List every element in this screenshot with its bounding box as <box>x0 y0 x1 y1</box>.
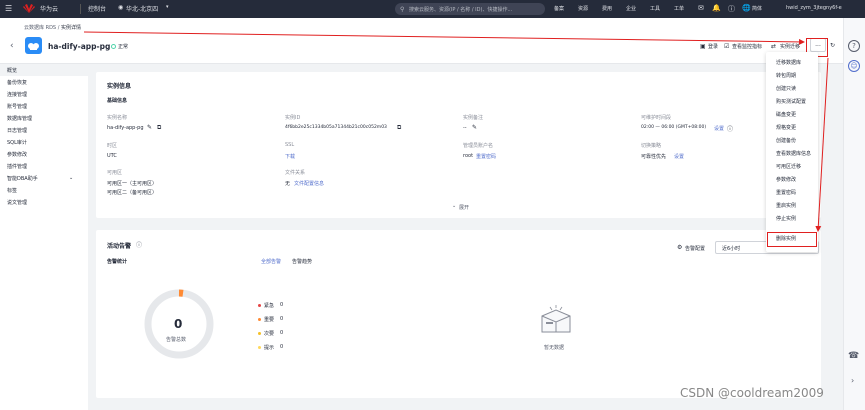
chevron-right-icon[interactable]: › <box>851 376 854 385</box>
feedback-smile-icon[interactable]: ☺ <box>848 60 860 72</box>
headset-icon[interactable]: ☎ <box>848 351 859 361</box>
watermark: CSDN @cooldream2009 <box>680 386 824 400</box>
arrow-to-more <box>83 31 805 45</box>
annotation-arrows <box>83 31 829 232</box>
help-icon[interactable]: ? <box>848 40 860 52</box>
right-floating-panel: ? ☺ ☎ › <box>843 18 865 410</box>
arrow-to-delete <box>815 57 829 232</box>
